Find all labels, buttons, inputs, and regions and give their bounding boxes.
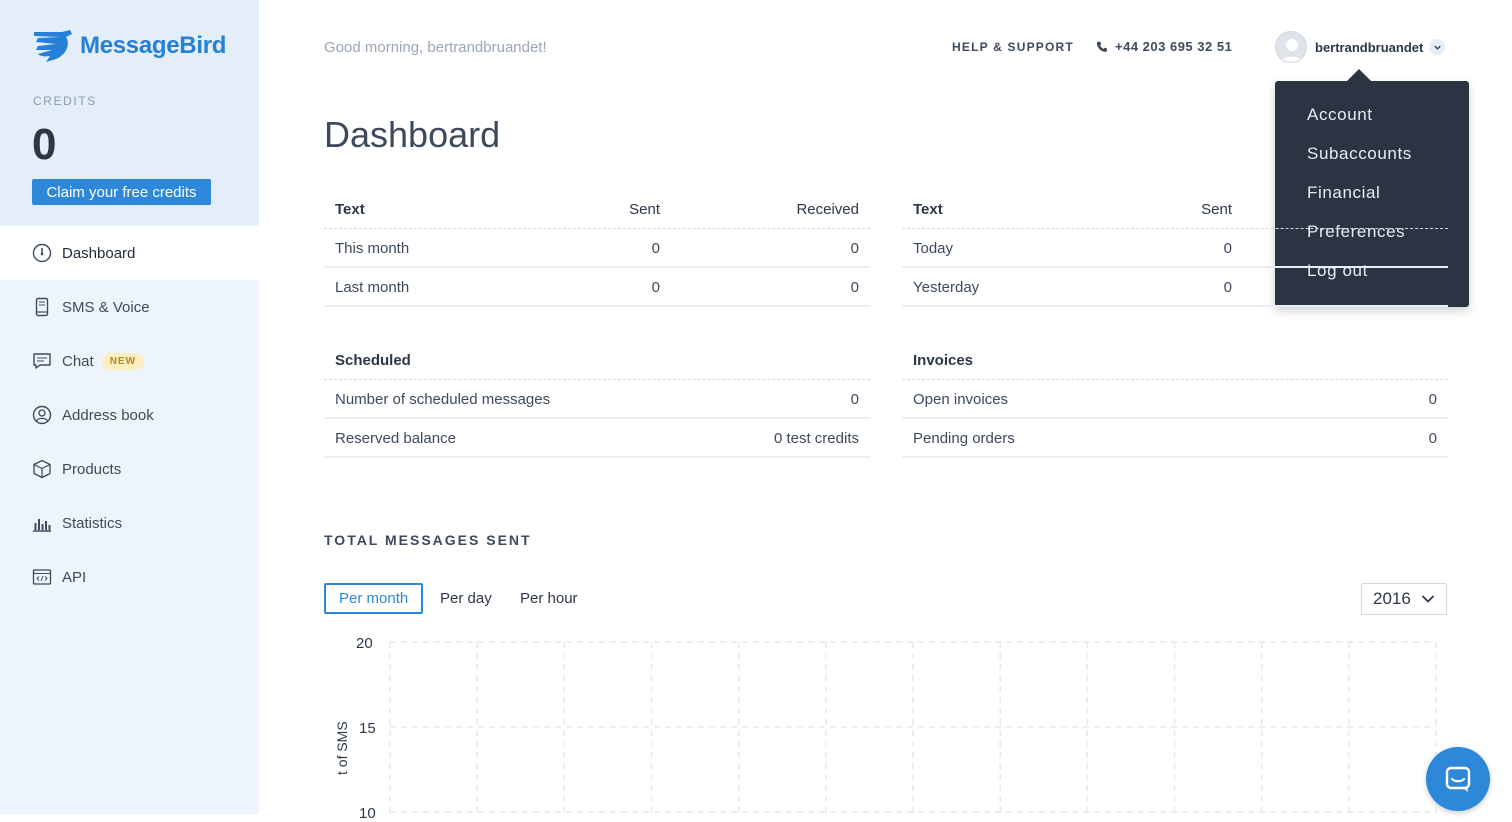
row-label: Number of scheduled messages [335,391,551,408]
username: bertrandbruandet [1315,39,1424,55]
credits-value: 0 [32,120,57,169]
user-avatar-icon [1276,32,1306,62]
table-row: Reserved balance 0 test credits [324,419,870,458]
monthly-stats-table: Text Sent Received This month 0 0 Last m… [324,190,870,307]
col-header-received: Received [796,201,859,218]
row-sent: 0 [1223,240,1232,257]
menu-item-subaccounts[interactable]: Subaccounts [1307,144,1412,164]
row-value: 0 [850,391,859,408]
table-header: Text Sent [902,190,1448,229]
messagebird-logo[interactable]: MessageBird [32,28,226,64]
messages-chart: 20 15 10 t of SMS [324,630,1448,822]
sidebar-item-label: Statistics [62,514,123,532]
row-label: Yesterday [913,279,980,296]
table-header: Scheduled [324,341,870,380]
table-row: Pending orders 0 [902,419,1448,458]
avatar [1275,31,1307,63]
year-select[interactable]: 2016 [1361,583,1447,615]
row-sent: 0 [1223,279,1232,296]
row-label: Reserved balance [335,430,456,447]
col-header-text: Text [335,201,365,218]
brand-name: MessageBird [80,32,227,59]
table-header: Invoices [902,341,1448,380]
greeting-text: Good morning, bertrandbruandet! [324,39,547,56]
invoices-table: Invoices Open invoices 0 Pending orders … [902,341,1448,458]
bar-chart-icon [32,513,52,533]
table-row: Yesterday 0 [902,268,1448,307]
sidebar-item-sms-voice[interactable]: SMS & Voice [0,280,259,334]
row-label: Open invoices [913,391,1009,408]
sidebar-item-label: Address book [62,406,154,424]
invoices-header: Invoices [913,352,974,369]
sidebar-nav: Dashboard SMS & Voice Chat NEW Address b… [0,226,259,604]
box-icon [32,459,52,479]
user-menu-toggle[interactable]: bertrandbruandet [1275,31,1446,63]
row-sent: 0 [651,240,660,257]
chart-grid [389,641,1437,814]
row-label: Pending orders [913,430,1015,447]
phone-icon [1096,41,1107,52]
row-value: 0 [1428,391,1437,408]
chat-icon [1445,766,1471,792]
row-label: Last month [335,279,410,296]
row-received: 0 [850,279,859,296]
sidebar-item-dashboard[interactable]: Dashboard [0,226,259,280]
table-row: Today 0 [902,229,1448,268]
sidebar-item-label: API [62,568,87,586]
code-window-icon [32,567,52,587]
phone-number: +44 203 695 32 51 [1115,39,1233,54]
sidebar-item-chat[interactable]: Chat NEW [0,334,259,388]
phone-device-icon [32,297,52,317]
sidebar-item-label: Chat [62,352,94,370]
table-row: This month 0 0 [324,229,870,268]
table-header: Text Sent Received [324,190,870,229]
table-row: Open invoices 0 [902,380,1448,419]
row-received: 0 [850,240,859,257]
dashboard-gauge-icon [32,243,52,263]
sidebar-item-statistics[interactable]: Statistics [0,496,259,550]
sidebar-item-api[interactable]: API [0,550,259,604]
bird-logo-icon [34,30,72,62]
credits-label: CREDITS [33,94,97,108]
section-title-total-messages: TOTAL MESSAGES SENT [324,532,532,548]
sidebar-item-address-book[interactable]: Address book [0,388,259,442]
chevron-down-icon [1421,595,1435,603]
sidebar-item-products[interactable]: Products [0,442,259,496]
chevron-down-icon [1429,39,1446,55]
scheduled-header: Scheduled [335,352,411,369]
year-value: 2016 [1373,589,1411,608]
table-row: Last month 0 0 [324,268,870,307]
row-sent: 0 [651,279,660,296]
menu-item-account[interactable]: Account [1307,105,1373,125]
col-header-sent: Sent [1201,201,1232,218]
tab-per-day[interactable]: Per day [440,583,492,614]
row-label: This month [335,240,410,257]
col-header-sent: Sent [629,201,660,218]
contact-circle-icon [32,405,52,425]
page-title: Dashboard [324,114,501,155]
sidebar-item-label: SMS & Voice [62,298,150,316]
tab-per-month[interactable]: Per month [324,583,424,614]
help-support-link[interactable]: HELP & SUPPORT [952,40,1074,54]
sidebar-item-label: Products [62,460,122,478]
support-phone[interactable]: +44 203 695 32 51 [1096,39,1232,54]
tab-per-hour[interactable]: Per hour [520,583,578,614]
live-chat-button[interactable] [1426,747,1490,811]
new-badge: NEW [101,352,145,370]
claim-credits-button[interactable]: Claim your free credits [32,179,211,205]
row-label: Today [913,240,954,257]
sidebar: MessageBird CREDITS 0 Claim your free cr… [0,0,259,814]
chat-bubble-icon [32,351,52,371]
table-row: Number of scheduled messages 0 [324,380,870,419]
row-value: 0 [1428,430,1437,447]
scheduled-table: Scheduled Number of scheduled messages 0… [324,341,870,458]
col-header-text: Text [913,201,943,218]
row-value: 0 test credits [773,430,859,447]
sidebar-item-label: Dashboard [62,244,136,262]
daily-stats-table: Text Sent Today 0 Yesterday 0 [902,190,1448,307]
